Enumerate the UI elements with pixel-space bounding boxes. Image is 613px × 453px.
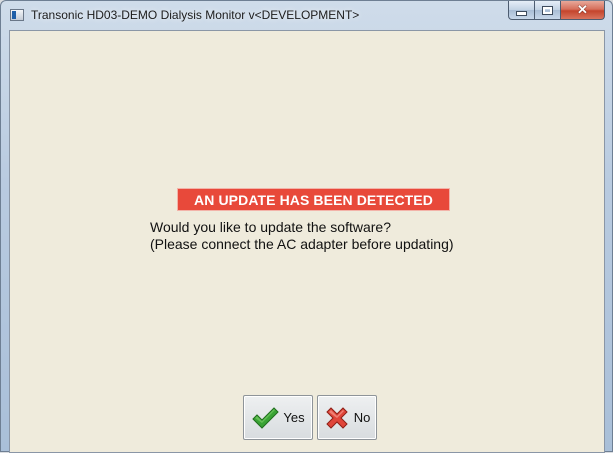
no-button[interactable]: No xyxy=(317,395,377,440)
yes-button[interactable]: Yes xyxy=(243,395,313,440)
app-window: Transonic HD03-DEMO Dialysis Monitor v<D… xyxy=(0,0,613,453)
window-controls: ✕ xyxy=(508,1,605,21)
maximize-icon xyxy=(542,5,553,15)
dialog-body: AN UPDATE HAS BEEN DETECTED Would you li… xyxy=(9,30,605,453)
close-button[interactable]: ✕ xyxy=(561,1,605,20)
update-detected-banner: AN UPDATE HAS BEEN DETECTED xyxy=(177,188,450,211)
update-question-text: Would you like to update the software? xyxy=(150,219,392,235)
ac-adapter-notice-text: (Please connect the AC adapter before up… xyxy=(150,236,454,252)
checkmark-icon xyxy=(252,406,280,429)
no-button-label: No xyxy=(353,410,371,425)
close-icon: ✕ xyxy=(577,2,588,17)
maximize-button[interactable] xyxy=(535,1,561,20)
title-bar[interactable]: Transonic HD03-DEMO Dialysis Monitor v<D… xyxy=(1,1,612,29)
x-mark-icon xyxy=(325,406,348,429)
minimize-button[interactable] xyxy=(508,1,535,20)
app-icon[interactable] xyxy=(10,9,24,21)
yes-button-label: Yes xyxy=(283,410,305,425)
minimize-icon xyxy=(516,10,527,16)
window-title: Transonic HD03-DEMO Dialysis Monitor v<D… xyxy=(31,8,360,22)
